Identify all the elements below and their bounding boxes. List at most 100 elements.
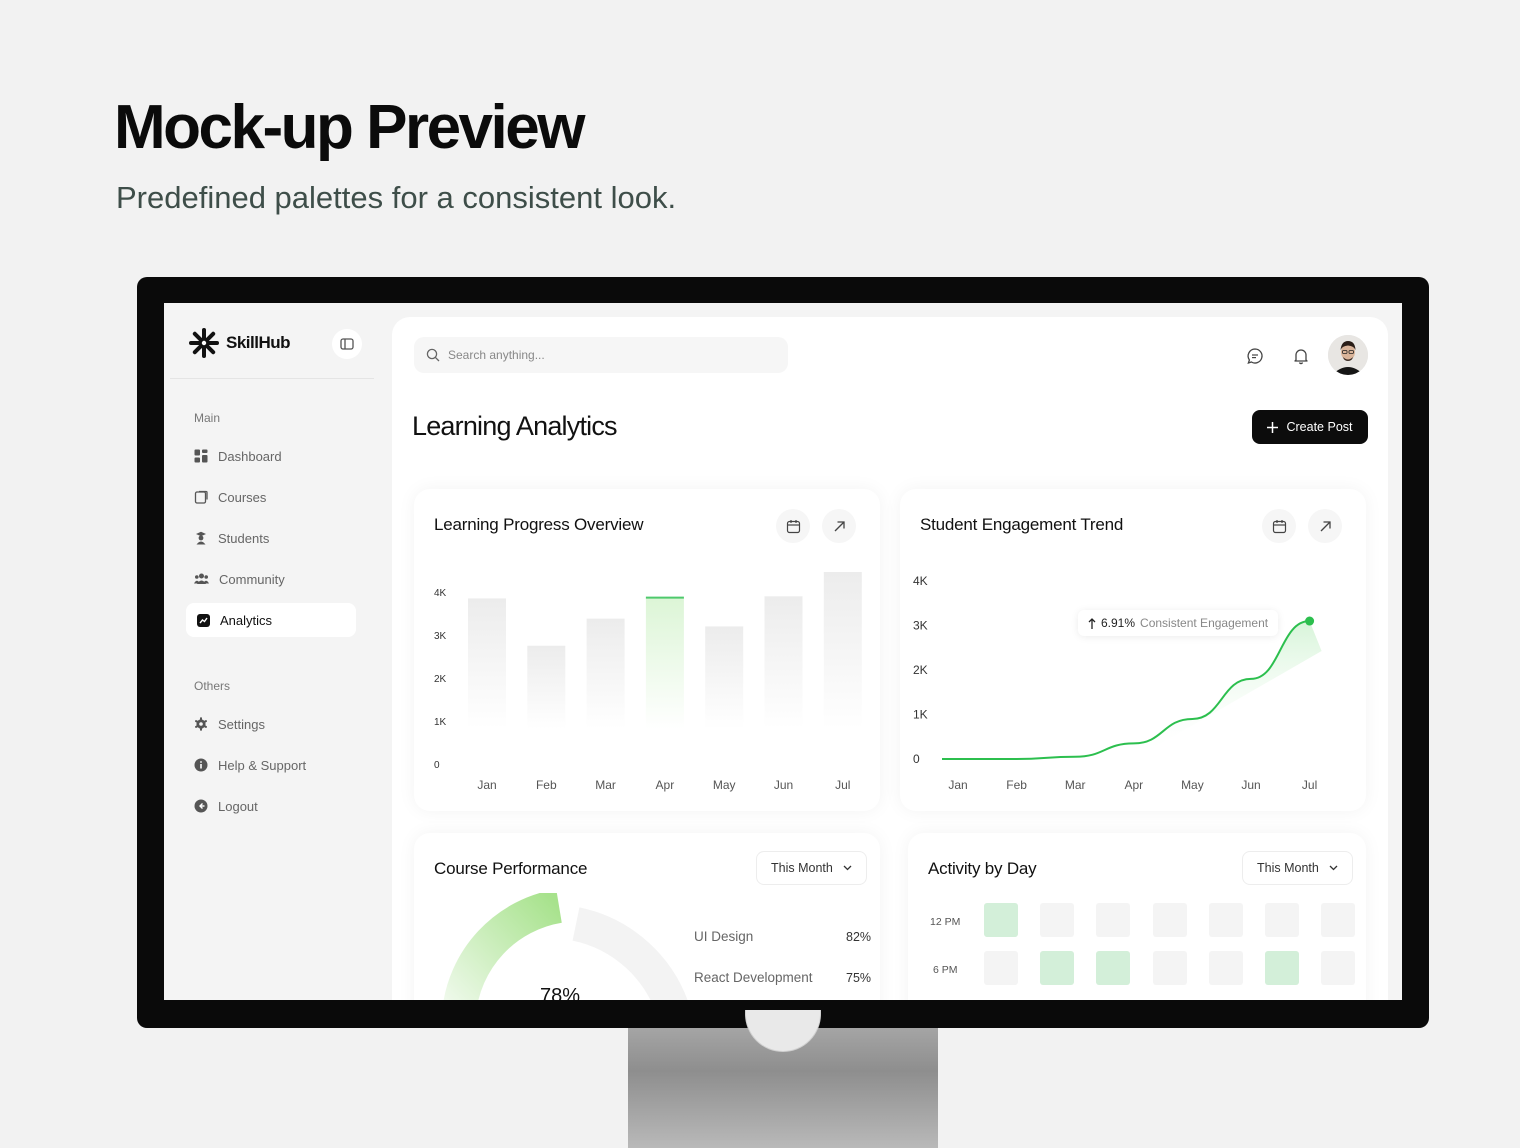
y-tick-label: 0 — [434, 760, 440, 771]
heatmap-cell[interactable] — [1265, 951, 1299, 985]
y-tick-label: 0 — [913, 752, 920, 766]
engagement-badge: 6.91% Consistent Engagement — [1078, 610, 1279, 636]
arrow-up-icon — [1088, 617, 1096, 629]
heatmap-cell[interactable] — [1152, 903, 1187, 937]
heatmap-cell[interactable] — [1321, 903, 1356, 937]
x-tick-label: Jan — [948, 778, 967, 792]
chevron-down-icon — [1329, 865, 1338, 871]
x-tick-label: Jun — [774, 778, 793, 792]
period-dropdown[interactable]: This Month — [756, 851, 867, 885]
heatmap-cell[interactable] — [1040, 951, 1075, 985]
row-label: 12 PM — [930, 916, 961, 928]
x-tick-label: Mar — [1065, 778, 1086, 792]
engagement-trend-card: Student Engagement Trend 0 1K 2K 3K 4K Jan Feb… — [900, 489, 1366, 811]
card-title: Activity by Day — [928, 859, 1037, 878]
sidebar-item-settings[interactable]: Settings — [186, 707, 356, 741]
bar[interactable] — [764, 596, 803, 729]
user-avatar-image — [1328, 335, 1368, 375]
bar[interactable] — [468, 598, 506, 729]
engagement-badge-value: 6.91% — [1101, 616, 1136, 630]
sidebar: SkillHub Main Dashboard Courses Students… — [164, 303, 376, 1000]
bar[interactable] — [823, 572, 862, 729]
grid-icon — [194, 449, 208, 463]
messages-button[interactable] — [1240, 341, 1270, 371]
avatar[interactable] — [1328, 335, 1368, 375]
bar[interactable] — [527, 645, 566, 729]
sidebar-item-logout[interactable]: Logout — [186, 789, 356, 823]
x-tick-label: Jul — [835, 778, 850, 792]
course-value: 82% — [846, 930, 872, 944]
heatmap-cell[interactable] — [1096, 951, 1131, 985]
brand[interactable]: SkillHub — [188, 327, 291, 359]
course-performance-card: Course Performance This Month 78% UI Des… — [414, 833, 880, 1000]
course-label: React Development — [694, 970, 813, 985]
x-tick-label: May — [1181, 778, 1204, 792]
app-screen: SkillHub Main Dashboard Courses Students… — [164, 303, 1402, 1000]
engagement-trend-chart: 0 1K 2K 3K 4K Jan Feb Mar Apr May Jun Jul — [913, 574, 1322, 792]
search-icon — [426, 348, 440, 362]
bar[interactable] — [586, 618, 625, 729]
dropdown-value: This Month — [1257, 861, 1319, 875]
sidebar-toggle-button[interactable] — [332, 329, 362, 359]
sidebar-item-label: Analytics — [220, 612, 273, 628]
heatmap-cell[interactable] — [1265, 903, 1299, 937]
x-tick-label: Mar — [595, 778, 616, 792]
bar[interactable] — [645, 597, 684, 729]
course-label: UI Design — [694, 929, 754, 944]
heatmap-cell[interactable] — [1040, 903, 1075, 937]
y-tick-label: 2K — [434, 674, 447, 685]
sidebar-item-label: Settings — [218, 716, 265, 732]
chat-icon — [1247, 348, 1263, 365]
heatmap-cell[interactable] — [1321, 951, 1356, 985]
learning-progress-chart: 0 1K 2K 3K 4K Jan Feb Mar Apr May Jun Jul — [434, 572, 862, 792]
create-post-label: Create Post — [1286, 420, 1353, 434]
student-icon — [196, 531, 206, 545]
search-input[interactable] — [448, 348, 768, 362]
create-post-button[interactable]: Create Post — [1252, 410, 1368, 444]
period-dropdown[interactable]: This Month — [1242, 851, 1353, 885]
sidebar-item-help[interactable]: Help & Support — [186, 748, 356, 782]
sidebar-toggle-icon — [340, 338, 354, 350]
sidebar-item-students[interactable]: Students — [186, 521, 356, 555]
y-tick-label: 2K — [913, 663, 928, 677]
y-tick-label: 1K — [434, 717, 447, 728]
sidebar-item-label: Logout — [218, 798, 258, 814]
x-tick-label: Jan — [477, 778, 496, 792]
search-bar[interactable] — [414, 337, 788, 373]
logo-icon — [189, 328, 219, 358]
course-value: 75% — [846, 971, 872, 985]
sidebar-item-label: Students — [218, 530, 270, 546]
y-tick-label: 4K — [434, 588, 447, 599]
section-label-others: Others — [194, 679, 231, 693]
bar[interactable] — [705, 626, 744, 729]
heatmap-cell[interactable] — [1152, 951, 1187, 985]
engagement-badge-label: Consistent Engagement — [1140, 616, 1269, 630]
notifications-button[interactable] — [1286, 341, 1316, 371]
users-icon — [194, 573, 209, 584]
page-title: Learning Analytics — [412, 411, 618, 441]
x-tick-label: Apr — [1124, 778, 1143, 792]
heatmap-cell[interactable] — [1096, 903, 1131, 937]
line-end-point[interactable] — [1305, 616, 1315, 626]
x-tick-label: May — [713, 778, 736, 792]
section-label-main: Main — [194, 411, 221, 425]
logout-icon — [194, 799, 208, 813]
heatmap-cell[interactable] — [984, 903, 1018, 937]
heatmap-cell[interactable] — [984, 951, 1018, 985]
gauge-value: 78% — [540, 985, 581, 1000]
sidebar-item-dashboard[interactable]: Dashboard — [186, 439, 356, 473]
dropdown-value: This Month — [771, 861, 833, 875]
chevron-down-icon — [843, 865, 852, 871]
sidebar-item-analytics[interactable]: Analytics — [186, 603, 356, 637]
sidebar-item-courses[interactable]: Courses — [186, 480, 356, 514]
row-label: 6 PM — [933, 964, 958, 976]
heatmap-cell[interactable] — [1208, 903, 1243, 937]
main-panel: Learning Analytics Create Post Learning … — [392, 317, 1388, 1000]
sidebar-item-community[interactable]: Community — [186, 562, 356, 596]
chart-icon — [197, 613, 210, 627]
learning-progress-card: Learning Progress Overview 0 1K 2K 3K 4K… — [414, 489, 880, 811]
heatmap-cell[interactable] — [1208, 951, 1243, 985]
performance-gauge — [443, 893, 688, 1000]
y-tick-label: 1K — [913, 708, 928, 722]
hero-title: Mock-up Preview — [114, 93, 585, 162]
